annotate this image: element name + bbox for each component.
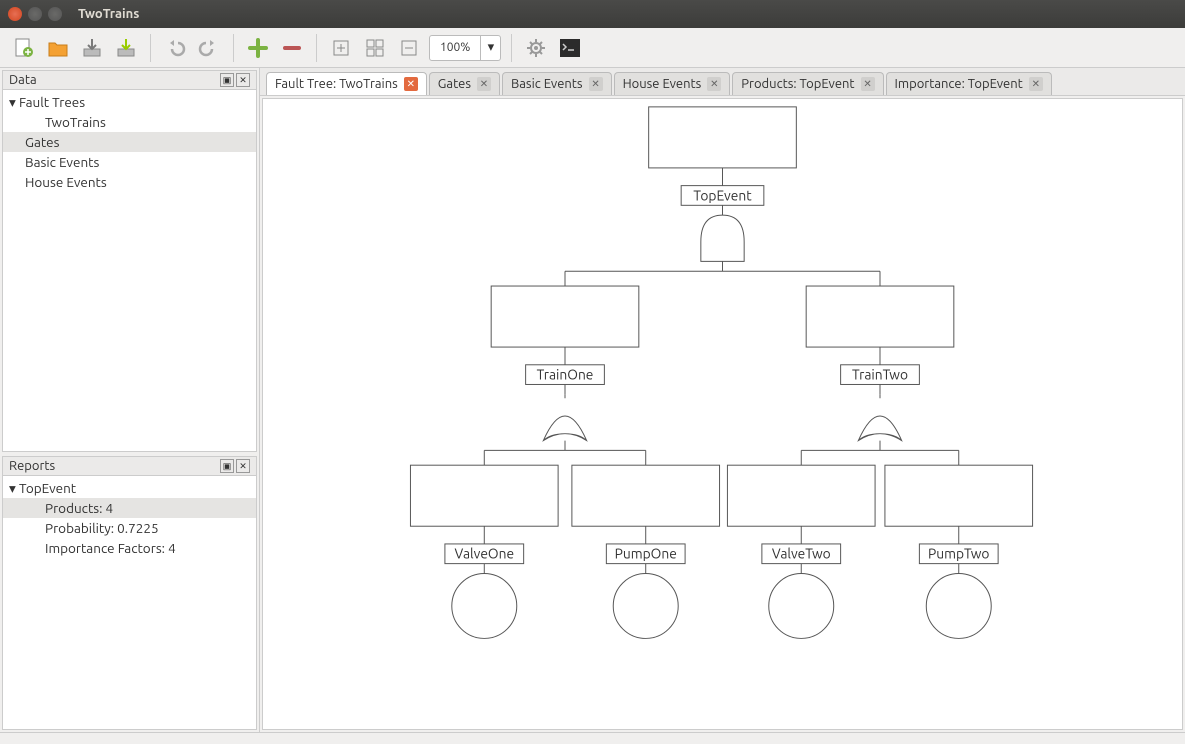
- node-label-trainone: TrainOne: [537, 367, 594, 383]
- titlebar: TwoTrains: [0, 0, 1185, 28]
- node-label-valvetwo: ValveTwo: [772, 546, 831, 562]
- tree-item-basic-events[interactable]: Basic Events: [3, 152, 256, 172]
- tab-fault-tree[interactable]: Fault Tree: TwoTrains✕: [266, 72, 427, 95]
- window-minimize-button[interactable]: [28, 7, 42, 21]
- window-title: TwoTrains: [78, 7, 139, 21]
- close-icon[interactable]: ✕: [477, 77, 491, 91]
- terminal-button[interactable]: [556, 34, 584, 62]
- content-area: Fault Tree: TwoTrains✕ Gates✕ Basic Even…: [260, 68, 1185, 732]
- node-label-pumptwo: PumpTwo: [928, 546, 989, 562]
- open-file-button[interactable]: [44, 34, 72, 62]
- save-as-button[interactable]: [112, 34, 140, 62]
- sidebar: Data ▣ ✕ ▾Fault Trees TwoTrains Gates Ba…: [0, 68, 260, 732]
- redo-button[interactable]: [195, 34, 223, 62]
- node-label-valveone: ValveOne: [454, 546, 514, 562]
- zoom-select[interactable]: 100% ▾: [429, 35, 501, 61]
- zoom-out-button[interactable]: [395, 34, 423, 62]
- data-panel: Data ▣ ✕ ▾Fault Trees TwoTrains Gates Ba…: [2, 70, 257, 452]
- tree-root-topevent[interactable]: ▾TopEvent: [3, 478, 256, 498]
- node-label-topevent: TopEvent: [693, 187, 752, 203]
- close-icon[interactable]: ✕: [589, 77, 603, 91]
- tree-item-probability[interactable]: Probability: 0.7225: [3, 518, 256, 538]
- panel-detach-icon[interactable]: ▣: [220, 73, 234, 87]
- data-tree: ▾Fault Trees TwoTrains Gates Basic Event…: [3, 90, 256, 451]
- tab-house-events[interactable]: House Events✕: [614, 72, 731, 95]
- close-icon[interactable]: ✕: [707, 77, 721, 91]
- tree-item-twotrains[interactable]: TwoTrains: [3, 112, 256, 132]
- panel-close-icon[interactable]: ✕: [236, 73, 250, 87]
- close-icon[interactable]: ✕: [404, 77, 418, 91]
- new-file-button[interactable]: [10, 34, 38, 62]
- zoom-in-button[interactable]: [327, 34, 355, 62]
- add-button[interactable]: [244, 34, 272, 62]
- settings-button[interactable]: [522, 34, 550, 62]
- window-maximize-button[interactable]: [48, 7, 62, 21]
- save-button[interactable]: [78, 34, 106, 62]
- reports-panel-title: Reports: [9, 459, 55, 473]
- node-label-traintwo: TrainTwo: [852, 367, 908, 383]
- close-icon[interactable]: ✕: [861, 77, 875, 91]
- remove-button[interactable]: [278, 34, 306, 62]
- tree-item-gates[interactable]: Gates: [3, 132, 256, 152]
- chevron-down-icon: ▾: [480, 36, 500, 60]
- tree-item-products[interactable]: Products: 4: [3, 498, 256, 518]
- zoom-fit-button[interactable]: [361, 34, 389, 62]
- panel-detach-icon[interactable]: ▣: [220, 459, 234, 473]
- tabs-bar: Fault Tree: TwoTrains✕ Gates✕ Basic Even…: [260, 68, 1185, 96]
- diagram-canvas[interactable]: TopEvent TrainOne: [262, 98, 1183, 730]
- toolbar: 100% ▾: [0, 28, 1185, 68]
- tab-gates[interactable]: Gates✕: [429, 72, 500, 95]
- tree-item-house-events[interactable]: House Events: [3, 172, 256, 192]
- panel-close-icon[interactable]: ✕: [236, 459, 250, 473]
- tab-basic-events[interactable]: Basic Events✕: [502, 72, 612, 95]
- reports-tree: ▾TopEvent Products: 4 Probability: 0.722…: [3, 476, 256, 729]
- close-icon[interactable]: ✕: [1029, 77, 1043, 91]
- tab-importance[interactable]: Importance: TopEvent✕: [886, 72, 1052, 95]
- data-panel-title: Data: [9, 73, 37, 87]
- statusbar: [0, 732, 1185, 744]
- zoom-value: 100%: [430, 41, 480, 54]
- undo-button[interactable]: [161, 34, 189, 62]
- tree-item-importance[interactable]: Importance Factors: 4: [3, 538, 256, 558]
- tab-products[interactable]: Products: TopEvent✕: [732, 72, 883, 95]
- tree-root-fault-trees[interactable]: ▾Fault Trees: [3, 92, 256, 112]
- reports-panel: Reports ▣ ✕ ▾TopEvent Products: 4 Probab…: [2, 456, 257, 730]
- window-close-button[interactable]: [8, 7, 22, 21]
- node-label-pumpone: PumpOne: [615, 546, 677, 562]
